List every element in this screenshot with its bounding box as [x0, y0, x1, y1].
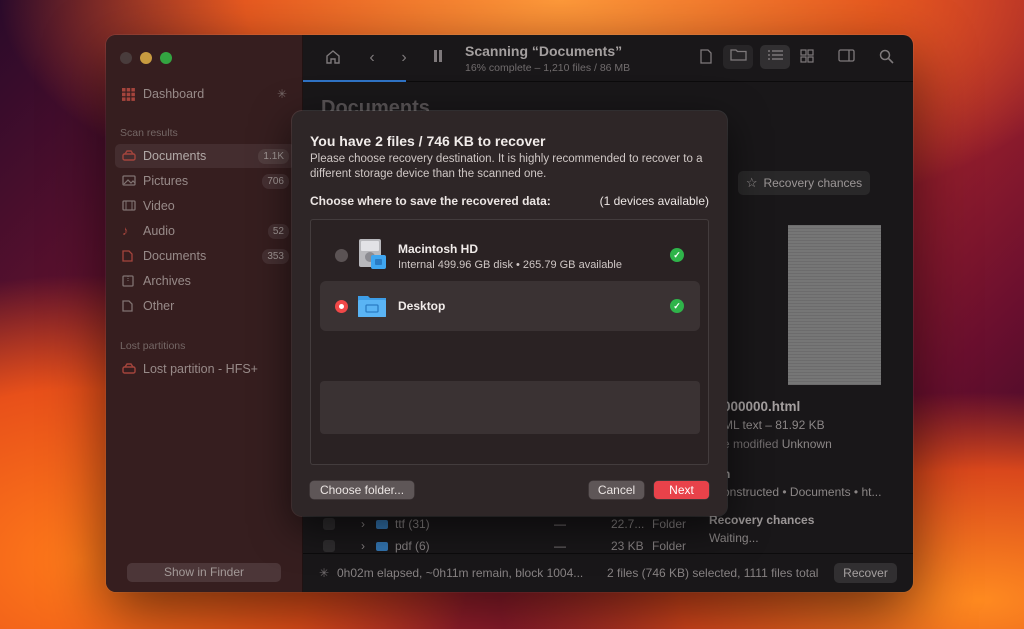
folder-icon: [357, 289, 387, 321]
choose-folder-button[interactable]: Choose folder...: [310, 481, 414, 499]
dialog-description: Please choose recovery destination. It i…: [310, 153, 703, 180]
dialog-title: You have 2 files / 746 KB to recover: [310, 133, 546, 149]
destination-macintosh-hd[interactable]: Macintosh HD Internal 499.96 GB disk • 2…: [320, 230, 700, 280]
checkmark-icon: ✓: [670, 299, 684, 313]
next-button[interactable]: Next: [654, 481, 709, 499]
destination-desktop[interactable]: Desktop ✓: [320, 281, 700, 331]
devices-available-label: (1 devices available): [599, 194, 709, 208]
choose-destination-label: Choose where to save the recovered data:: [310, 194, 551, 208]
cancel-button[interactable]: Cancel: [589, 481, 644, 499]
recovery-destination-dialog: You have 2 files / 746 KB to recover Ple…: [292, 111, 727, 516]
destination-name: Desktop: [398, 299, 446, 313]
empty-destination-slot: [320, 381, 700, 434]
destination-list: Macintosh HD Internal 499.96 GB disk • 2…: [310, 219, 709, 465]
hard-drive-icon: [357, 238, 387, 270]
destination-name: Macintosh HD: [398, 242, 479, 256]
destination-radio[interactable]: [335, 300, 348, 313]
destination-radio[interactable]: [335, 249, 348, 262]
destination-detail: Internal 499.96 GB disk • 265.79 GB avai…: [398, 259, 622, 271]
checkmark-icon: ✓: [670, 248, 684, 262]
